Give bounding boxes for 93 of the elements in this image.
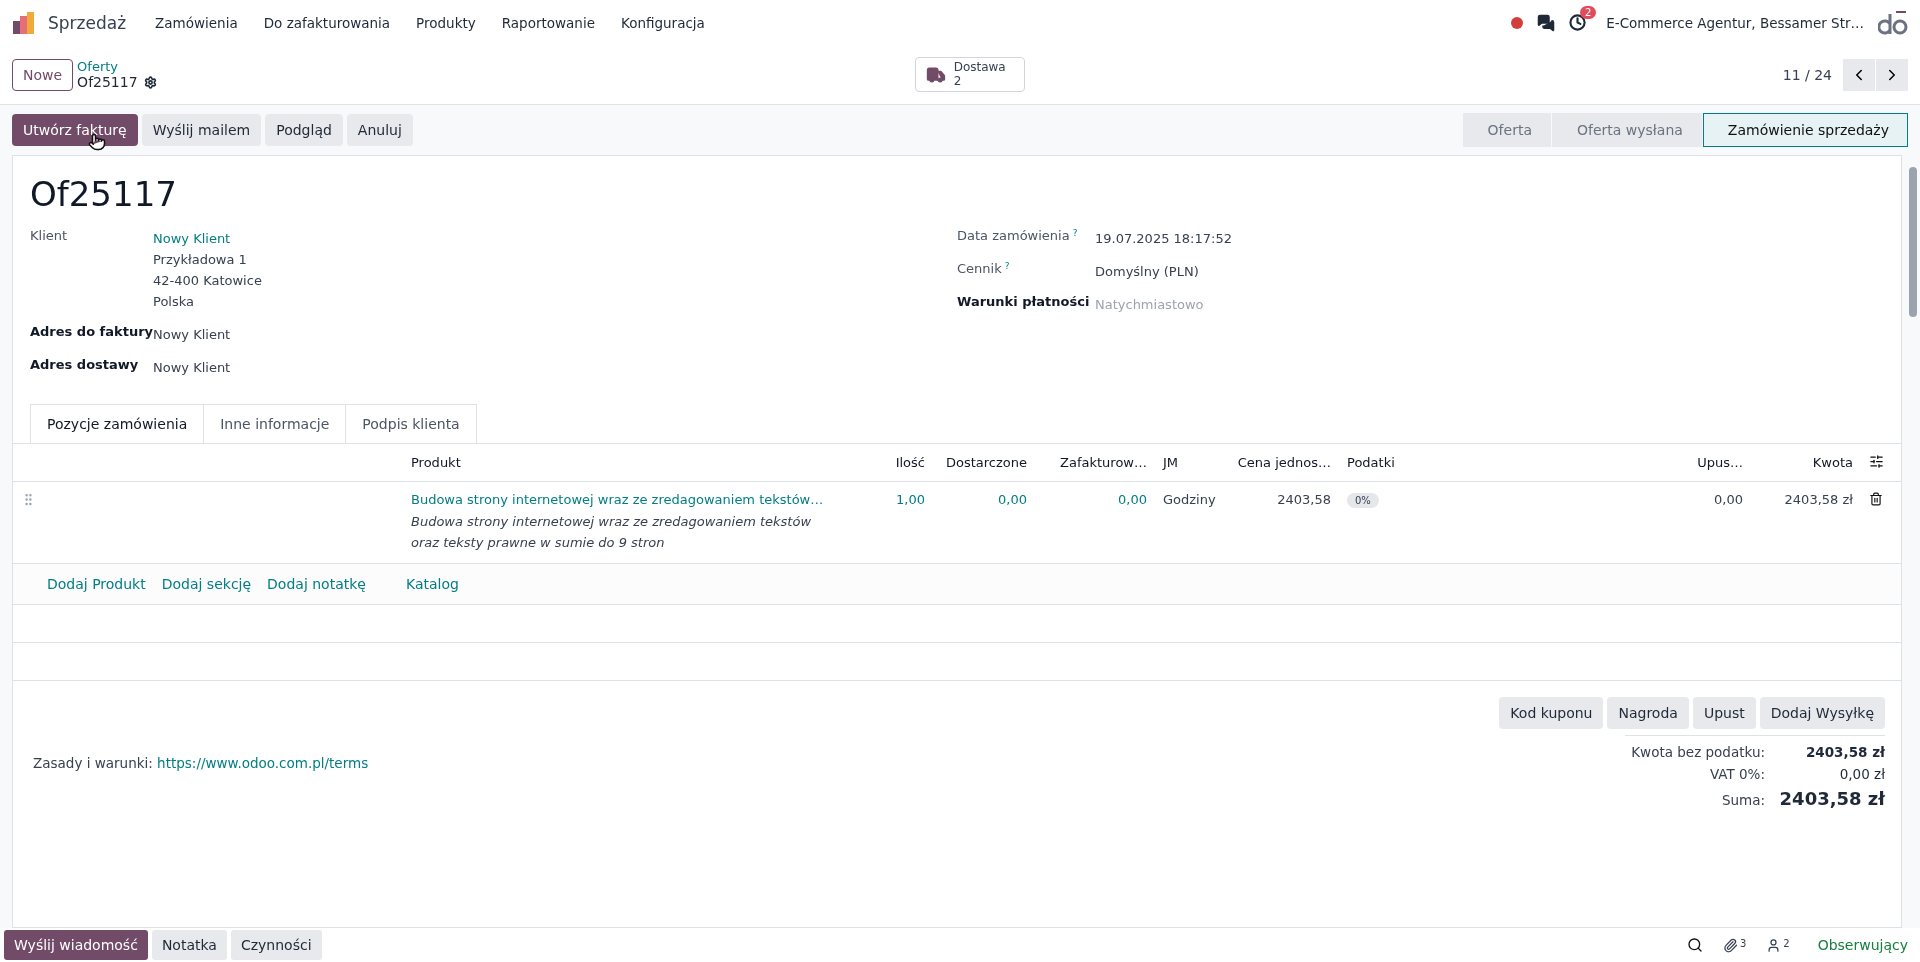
help-tooltip[interactable]: ? <box>1004 261 1010 271</box>
action-button[interactable]: Anuluj <box>346 114 413 146</box>
amount-cell-text: 2403,58 zł <box>1783 491 1854 507</box>
clock-icon[interactable] <box>1569 14 1587 31</box>
new-button[interactable]: Nowe <box>12 58 74 91</box>
field-value[interactable]: 19.07.2025 18:17:52 <box>1095 228 1884 249</box>
field-label: Adres do faktury <box>30 324 153 339</box>
field-value: Nowy Klient <box>153 327 232 344</box>
column-header[interactable]: Upus… <box>1661 444 1751 481</box>
menu-item[interactable]: Konfiguracja <box>610 14 716 31</box>
search-icon[interactable] <box>1686 937 1703 953</box>
quantity-cell[interactable]: 1,00 <box>873 482 933 507</box>
record-name: Of25117 <box>77 74 138 90</box>
field-label: Warunki płatności <box>957 294 1090 309</box>
status-step[interactable]: Oferta <box>1462 113 1551 147</box>
order-option-button[interactable]: Dodaj Wysyłkę <box>1759 697 1885 729</box>
column-header[interactable]: JM <box>1155 444 1227 481</box>
order-option-button[interactable]: Kod kuponu <box>1499 697 1604 729</box>
tax-tag: 0% <box>1347 493 1379 508</box>
follow-link[interactable]: Obserwujący <box>1817 937 1908 953</box>
action-button[interactable]: Utwórz fakturę <box>12 114 138 146</box>
status-dot[interactable] <box>1511 16 1524 29</box>
breadcrumb-link[interactable]: Oferty <box>77 59 157 74</box>
terms-link[interactable]: https://www.odoo.com.pl/terms <box>157 755 369 771</box>
action-button[interactable]: Wyślij mailem <box>141 114 262 146</box>
add-line-link[interactable]: Dodaj sekcję <box>161 576 252 592</box>
terms-text: Zasady i warunki: https://www.odoo.com.pl/terms <box>33 755 369 773</box>
chatter-button[interactable]: Notatka <box>151 930 227 960</box>
field-value: Nowy Klient <box>153 359 232 377</box>
delivery-smart-button[interactable]: Dostawa 2 <box>914 57 1025 92</box>
field-label: Klient <box>30 228 69 245</box>
pager-value: 11 / 24 <box>1782 66 1832 83</box>
column-header[interactable]: Kwota <box>1751 444 1861 481</box>
company-logo-icon[interactable] <box>1878 9 1908 36</box>
unit-cell-text: Godziny <box>1162 491 1217 507</box>
status-step[interactable]: Oferta wysłana <box>1551 113 1702 147</box>
address-line: 42-400 Katowice <box>153 272 263 290</box>
address-line: Przykładowa 1 <box>153 251 248 269</box>
total-value: 2403,58 zł <box>1778 788 1885 809</box>
column-header[interactable]: Podatki <box>1339 444 1661 481</box>
field-label: Cennik <box>957 261 1002 276</box>
column-header[interactable]: Dostarczone <box>933 444 1035 481</box>
column-header[interactable]: Ilość <box>873 444 933 481</box>
column-header[interactable]: Zafakturow… <box>1035 444 1155 481</box>
discount-cell-text: 0,00 <box>1713 491 1744 507</box>
app-name: Sprzedaż <box>48 12 127 33</box>
product-link[interactable]: Budowa strony internetowej wraz ze zredagowaniem tekstów… <box>411 492 824 507</box>
scrollbar-thumb[interactable] <box>1909 167 1917 317</box>
column-header[interactable]: Cena jednos… <box>1227 444 1339 481</box>
price-cell-text: 2403,58 <box>1276 491 1332 507</box>
menu-item[interactable]: Produkty <box>405 14 487 31</box>
activity-badge: 2 <box>1579 6 1597 19</box>
settings-icon[interactable] <box>143 75 157 89</box>
status-step[interactable]: Zamówienie sprzedaży <box>1702 113 1908 147</box>
action-button[interactable]: Podgląd <box>265 114 343 146</box>
total-label: VAT 0%: <box>1708 766 1765 782</box>
tab[interactable]: Pozycje zamówienia <box>30 404 205 444</box>
invoiced-cell[interactable]: 0,00 <box>1035 482 1155 507</box>
order-option-button[interactable]: Upust <box>1692 697 1756 729</box>
total-value: 2403,58 zł <box>1804 744 1885 760</box>
add-line-link[interactable]: Dodaj Produkt <box>47 576 146 592</box>
chat-icon[interactable] <box>1537 13 1556 32</box>
field-value[interactable]: Domyślny (PLN) <box>1095 261 1884 282</box>
menu-item[interactable]: Zamówienia <box>144 14 249 31</box>
menu-item[interactable]: Do zafakturowania <box>252 14 402 31</box>
add-line-link[interactable]: Dodaj notatkę <box>267 576 366 592</box>
address-line: Polska <box>153 293 195 311</box>
chatter-button[interactable]: Czynności <box>230 930 322 960</box>
follower-count: 2 <box>1783 937 1790 949</box>
next-button[interactable] <box>1876 58 1908 91</box>
field-label: Adres dostawy <box>30 357 140 374</box>
add-line-link[interactable]: Katalog <box>405 576 459 592</box>
menu-item[interactable]: Raportowanie <box>490 14 606 31</box>
chatter-button[interactable]: Wyślij wiadomość <box>4 930 148 960</box>
app-logo-icon <box>12 10 36 35</box>
order-option-button[interactable]: Nagroda <box>1607 697 1689 729</box>
company-switcher[interactable]: E-Commerce Agentur, Bessamer Str… <box>1606 14 1864 31</box>
delivered-cell[interactable]: 0,00 <box>933 482 1035 507</box>
paperclip-icon[interactable] <box>1722 937 1738 953</box>
total-label: Kwota bez podatku: <box>1630 744 1765 760</box>
total-label: Suma: <box>1720 792 1765 808</box>
column-header[interactable]: Produkt <box>403 444 873 481</box>
record-title: Of25117 <box>30 174 178 214</box>
user-icon[interactable] <box>1766 937 1782 953</box>
delete-icon[interactable] <box>1869 492 1883 506</box>
total-value: 0,00 zł <box>1838 766 1885 782</box>
customer-link[interactable]: Nowy Klient <box>153 228 957 249</box>
column-settings-icon[interactable] <box>1869 454 1884 469</box>
field-label: Data zamówienia <box>957 228 1070 243</box>
attachment-count: 3 <box>1739 937 1747 949</box>
product-description: Budowa strony internetowej wraz ze zredagowaniem tekstów oraz teksty prawne w sumie do 9 stron <box>411 513 813 552</box>
help-tooltip[interactable]: ? <box>1072 228 1078 238</box>
tab[interactable]: Podpis klienta <box>345 404 477 444</box>
